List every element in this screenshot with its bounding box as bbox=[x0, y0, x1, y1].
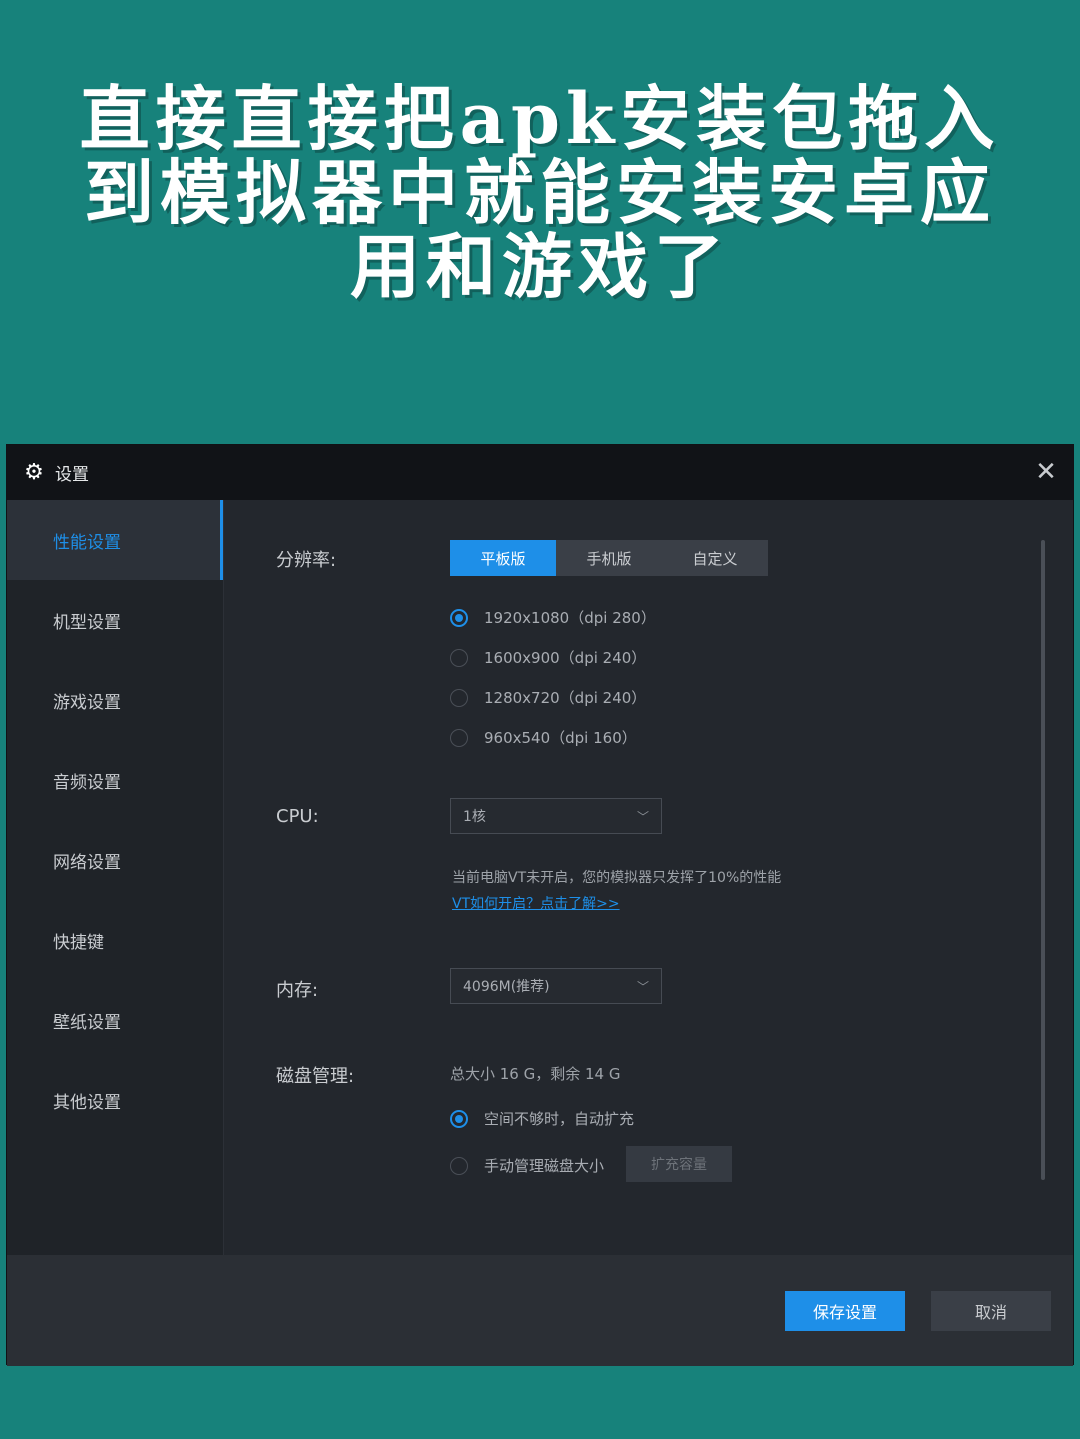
cancel-button[interactable]: 取消 bbox=[931, 1291, 1051, 1331]
title-bar: ⚙ 设置 ✕ bbox=[7, 445, 1073, 500]
resolution-label: 分辨率: bbox=[276, 550, 337, 571]
radio-icon bbox=[450, 728, 468, 747]
resolution-option-1920[interactable]: 1920x1080（dpi 280） bbox=[450, 607, 656, 628]
tab-custom[interactable]: 自定义 bbox=[662, 540, 768, 576]
resolution-option-label: 960x540（dpi 160） bbox=[484, 729, 637, 747]
gear-icon: ⚙ bbox=[24, 460, 44, 485]
resolution-option-960[interactable]: 960x540（dpi 160） bbox=[450, 727, 637, 748]
tab-phone[interactable]: 手机版 bbox=[556, 540, 662, 576]
sidebar-item-model[interactable]: 机型设置 bbox=[7, 580, 223, 660]
chevron-down-icon: ﹀ bbox=[636, 980, 649, 994]
radio-icon bbox=[450, 688, 468, 707]
resolution-option-label: 1920x1080（dpi 280） bbox=[484, 609, 656, 627]
expand-capacity-button: 扩充容量 bbox=[626, 1146, 732, 1182]
cpu-select[interactable]: 1核 ﹀ bbox=[450, 798, 662, 834]
radio-icon bbox=[450, 648, 468, 667]
resolution-option-label: 1600x900（dpi 240） bbox=[484, 649, 647, 667]
headline-text: 直接直接把apk安装包拖入到模拟器中就能安装安卓应用和游戏了 bbox=[79, 77, 1001, 308]
vt-help-link[interactable]: VT如何开启？点击了解>> bbox=[452, 893, 620, 913]
window-title: 设置 bbox=[55, 465, 89, 485]
close-icon[interactable]: ✕ bbox=[1033, 459, 1059, 485]
sidebar-item-shortcuts[interactable]: 快捷键 bbox=[7, 900, 223, 980]
resolution-option-1280[interactable]: 1280x720（dpi 240） bbox=[450, 687, 646, 708]
radio-selected-icon bbox=[450, 1109, 468, 1128]
disk-option-manual-label: 手动管理磁盘大小 bbox=[484, 1157, 605, 1175]
scrollbar[interactable] bbox=[1041, 540, 1045, 1180]
disk-option-manual[interactable]: 手动管理磁盘大小 bbox=[450, 1155, 604, 1176]
settings-window: ⚙ 设置 ✕ 性能设置 机型设置 游戏设置 音频设置 网络设置 快捷键 壁纸设置… bbox=[6, 444, 1074, 1366]
chevron-down-icon: ﹀ bbox=[636, 810, 649, 824]
settings-footer: 保存设置 取消 bbox=[7, 1255, 1073, 1366]
disk-summary: 总大小 16 G，剩余 14 G bbox=[450, 1065, 621, 1083]
sidebar-item-audio[interactable]: 音频设置 bbox=[7, 740, 223, 820]
sidebar-item-network[interactable]: 网络设置 bbox=[7, 820, 223, 900]
resolution-tabs: 平板版 手机版 自定义 bbox=[450, 540, 768, 576]
tab-tablet[interactable]: 平板版 bbox=[450, 540, 556, 576]
disk-option-auto-label: 空间不够时，自动扩充 bbox=[484, 1110, 635, 1128]
sidebar-item-performance[interactable]: 性能设置 bbox=[7, 500, 223, 580]
memory-label: 内存: bbox=[276, 980, 319, 1001]
save-button[interactable]: 保存设置 bbox=[785, 1291, 905, 1331]
sidebar-item-game[interactable]: 游戏设置 bbox=[7, 660, 223, 740]
radio-selected-icon bbox=[450, 608, 468, 627]
vt-warning-note: 当前电脑VT未开启，您的模拟器只发挥了10%的性能 bbox=[452, 870, 782, 886]
resolution-option-label: 1280x720（dpi 240） bbox=[484, 689, 647, 707]
memory-select[interactable]: 4096M(推荐) ﹀ bbox=[450, 968, 662, 1004]
sidebar-item-wallpaper[interactable]: 壁纸设置 bbox=[7, 980, 223, 1060]
resolution-option-1600[interactable]: 1600x900（dpi 240） bbox=[450, 647, 646, 668]
memory-value: 4096M(推荐) bbox=[463, 979, 550, 995]
settings-sidebar: 性能设置 机型设置 游戏设置 音频设置 网络设置 快捷键 壁纸设置 其他设置 bbox=[7, 500, 224, 1255]
disk-label: 磁盘管理: bbox=[276, 1066, 355, 1087]
cpu-value: 1核 bbox=[463, 809, 486, 825]
sidebar-item-other[interactable]: 其他设置 bbox=[7, 1060, 223, 1140]
settings-content: 分辨率: 平板版 手机版 自定义 1920x1080（dpi 280） 1600… bbox=[224, 500, 1073, 1255]
cpu-label: CPU: bbox=[276, 806, 319, 827]
disk-option-auto[interactable]: 空间不够时，自动扩充 bbox=[450, 1108, 634, 1129]
radio-icon bbox=[450, 1156, 468, 1175]
